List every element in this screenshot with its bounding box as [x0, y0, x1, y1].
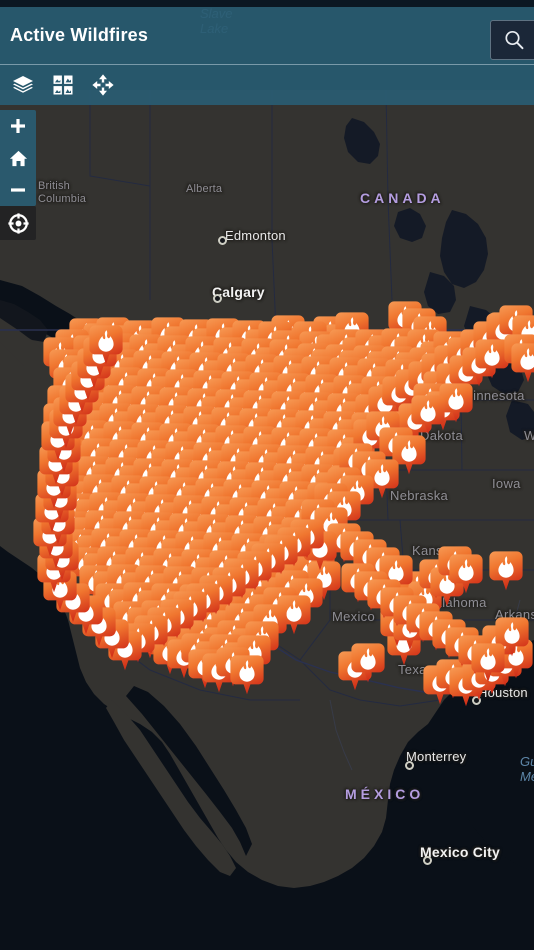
window-top-strip: [0, 0, 534, 7]
app-header: Active Wildfires: [0, 7, 534, 65]
zoom-out-button[interactable]: [0, 174, 36, 206]
map-basemap: [0, 0, 534, 950]
plus-icon: [11, 119, 25, 133]
page-title: Active Wildfires: [10, 25, 149, 45]
map-canvas[interactable]: GuMeSlaveLakeBritishColumbiaAlbertaIdaho…: [0, 0, 534, 950]
search-button[interactable]: [490, 20, 534, 60]
minus-icon: [11, 188, 25, 192]
zoom-in-button[interactable]: [0, 110, 36, 142]
pan-tool[interactable]: [86, 68, 120, 102]
layer-list-tool[interactable]: [6, 68, 40, 102]
zoom-control-group: [0, 110, 36, 206]
home-button[interactable]: [0, 142, 36, 174]
wildfire-map-app: GuMeSlaveLakeBritishColumbiaAlbertaIdaho…: [0, 0, 534, 950]
map-toolbar: [0, 65, 534, 105]
four-way-arrow-icon: [92, 74, 114, 96]
basemap-gallery-tool[interactable]: [46, 68, 80, 102]
layers-icon: [13, 76, 33, 93]
basemap-grid-icon: [53, 75, 73, 95]
home-icon: [9, 150, 27, 166]
locate-crosshair-icon: [7, 212, 29, 234]
search-icon: [505, 30, 524, 50]
locate-button[interactable]: [0, 206, 36, 240]
